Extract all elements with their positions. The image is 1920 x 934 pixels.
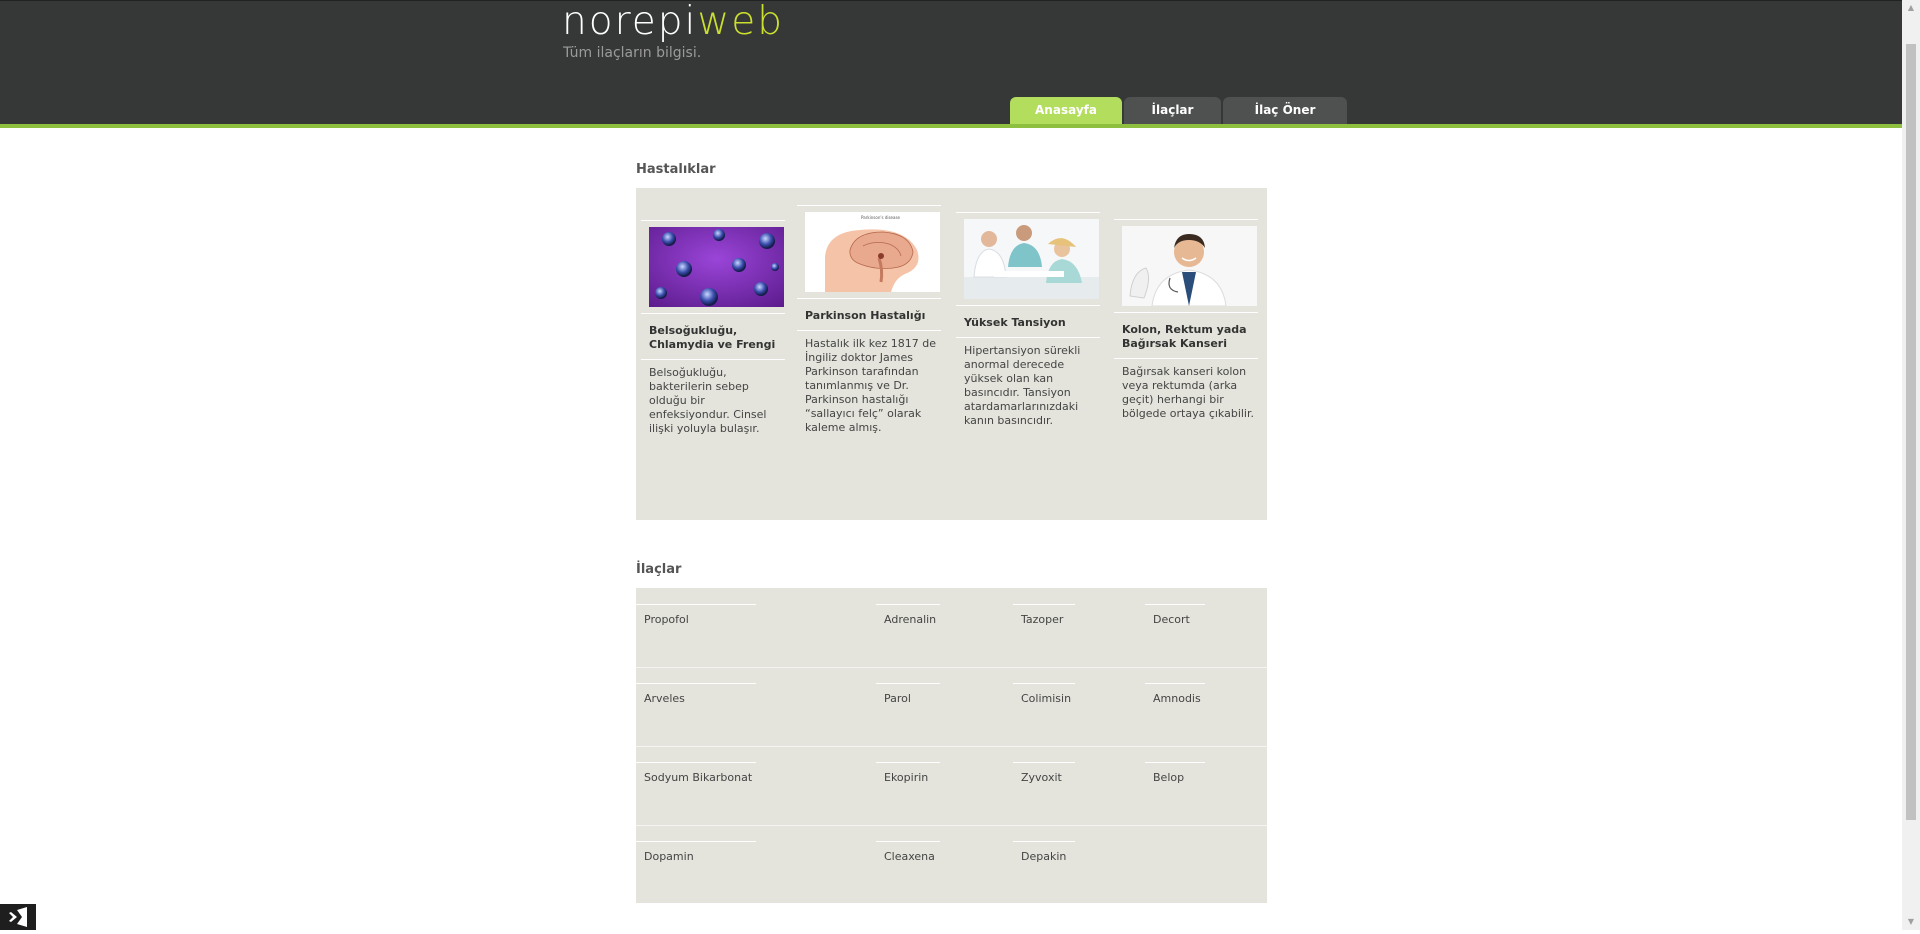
drugs-panel: Propofol Adrenalin Tazoper Decort Arvele… — [636, 588, 1267, 903]
disease-card[interactable]: Yüksek Tansiyon Hipertansiyon sürekli an… — [956, 212, 1100, 428]
drug-link[interactable]: Ekopirin — [876, 771, 940, 784]
drug-link[interactable]: Cleaxena — [876, 850, 940, 863]
drug-item[interactable]: Tazoper — [1013, 604, 1075, 626]
drug-link[interactable]: Colimisin — [1013, 692, 1075, 705]
disease-description: Belsoğukluğu, bakterilerin sebep olduğu … — [649, 366, 767, 435]
drug-link[interactable]: Amnodis — [1145, 692, 1205, 705]
disease-description: Hastalık ilk kez 1817 de İngiliz doktor … — [805, 337, 937, 434]
disease-title[interactable]: Belsoğukluğu, Chlamydia ve Frengi — [641, 314, 779, 359]
drug-link[interactable]: Sodyum Bikarbonat — [636, 771, 756, 784]
scroll-up-arrow-icon[interactable]: ▲ — [1902, 0, 1920, 16]
drug-row: Propofol Adrenalin Tazoper Decort — [636, 588, 1267, 668]
logo-main: norepi — [562, 0, 698, 44]
drug-item[interactable]: Amnodis — [1145, 683, 1205, 705]
page-scrollbar[interactable]: ▲ ▼ — [1902, 0, 1920, 930]
card-divider — [1114, 219, 1258, 220]
drug-item[interactable]: Parol — [876, 683, 940, 705]
drug-link[interactable]: Decort — [1145, 613, 1205, 626]
scroll-down-arrow-icon[interactable]: ▼ — [1902, 914, 1920, 930]
scrollbar-thumb[interactable] — [1906, 44, 1916, 820]
drug-item[interactable]: Arveles — [636, 683, 756, 705]
drug-item[interactable]: Propofol — [636, 604, 756, 626]
diseases-panel: Belsoğukluğu, Chlamydia ve Frengi Belsoğ… — [636, 188, 1267, 520]
tab-ilac-oner[interactable]: İlaç Öner — [1223, 97, 1347, 125]
disease-card[interactable]: Parkinson's disease Parkinson Hastalığı … — [797, 205, 941, 435]
disease-title[interactable]: Kolon, Rektum yada Bağırsak Kanseri — [1114, 313, 1252, 358]
drug-link[interactable]: Zyvoxit — [1013, 771, 1075, 784]
drug-link[interactable]: Dopamin — [636, 850, 756, 863]
disease-description: Hipertansiyon sürekli anormal derecede y… — [964, 344, 1081, 427]
card-divider — [797, 205, 941, 206]
drug-link[interactable]: Depakin — [1013, 850, 1075, 863]
site-tagline: Tüm ilaçların bilgisi. — [563, 45, 702, 61]
disease-title[interactable]: Parkinson Hastalığı — [797, 299, 935, 330]
disease-description: Bağırsak kanseri kolon veya rektumda (ar… — [1122, 365, 1254, 420]
tab-anasayfa[interactable]: Anasayfa — [1010, 97, 1122, 125]
drug-item[interactable]: Decort — [1145, 604, 1205, 626]
drug-link[interactable]: Arveles — [636, 692, 756, 705]
card-divider — [956, 212, 1100, 213]
site-logo[interactable]: norepiweb — [562, 0, 784, 44]
drug-item[interactable]: Dopamin — [636, 841, 756, 863]
diseases-heading: Hastalıklar — [636, 162, 716, 177]
drug-item[interactable]: Cleaxena — [876, 841, 940, 863]
drugs-heading: İlaçlar — [636, 562, 682, 577]
main-nav: Anasayfa İlaçlar İlaç Öner — [1010, 97, 1347, 125]
drug-item[interactable]: Depakin — [1013, 841, 1075, 863]
logo-accent: web — [697, 0, 784, 44]
header-accent-line — [0, 124, 1920, 128]
disease-image-bacteria[interactable] — [649, 227, 784, 307]
drug-item[interactable]: Zyvoxit — [1013, 762, 1075, 784]
drug-item[interactable]: Sodyum Bikarbonat — [636, 762, 756, 784]
card-divider — [641, 220, 785, 221]
drug-item[interactable]: Colimisin — [1013, 683, 1075, 705]
drug-row: Arveles Parol Colimisin Amnodis — [636, 667, 1267, 747]
image-caption: Parkinson's disease — [861, 215, 901, 220]
drug-item[interactable]: Belop — [1145, 762, 1205, 784]
drug-link[interactable]: Parol — [876, 692, 940, 705]
disease-title[interactable]: Yüksek Tansiyon — [956, 306, 1094, 337]
drug-link[interactable]: Belop — [1145, 771, 1205, 784]
drug-link[interactable]: Propofol — [636, 613, 756, 626]
disease-card[interactable]: Belsoğukluğu, Chlamydia ve Frengi Belsoğ… — [641, 220, 785, 436]
drug-link[interactable]: Adrenalin — [876, 613, 940, 626]
tab-ilaclar[interactable]: İlaçlar — [1124, 97, 1221, 125]
disease-image-doctor[interactable] — [1122, 226, 1257, 306]
drug-row: Dopamin Cleaxena Depakin — [636, 825, 1267, 904]
drug-item[interactable]: Ekopirin — [876, 762, 940, 784]
drug-item[interactable]: Adrenalin — [876, 604, 940, 626]
disease-image-brain[interactable]: Parkinson's disease — [805, 212, 940, 292]
site-header: norepiweb Tüm ilaçların bilgisi. Anasayf… — [0, 0, 1920, 125]
disease-card[interactable]: Kolon, Rektum yada Bağırsak Kanseri Bağı… — [1114, 219, 1258, 421]
vs-code-icon[interactable] — [0, 904, 36, 930]
drug-link[interactable]: Tazoper — [1013, 613, 1075, 626]
disease-image-doctors[interactable] — [964, 219, 1099, 299]
drug-row: Sodyum Bikarbonat Ekopirin Zyvoxit Belop — [636, 746, 1267, 826]
